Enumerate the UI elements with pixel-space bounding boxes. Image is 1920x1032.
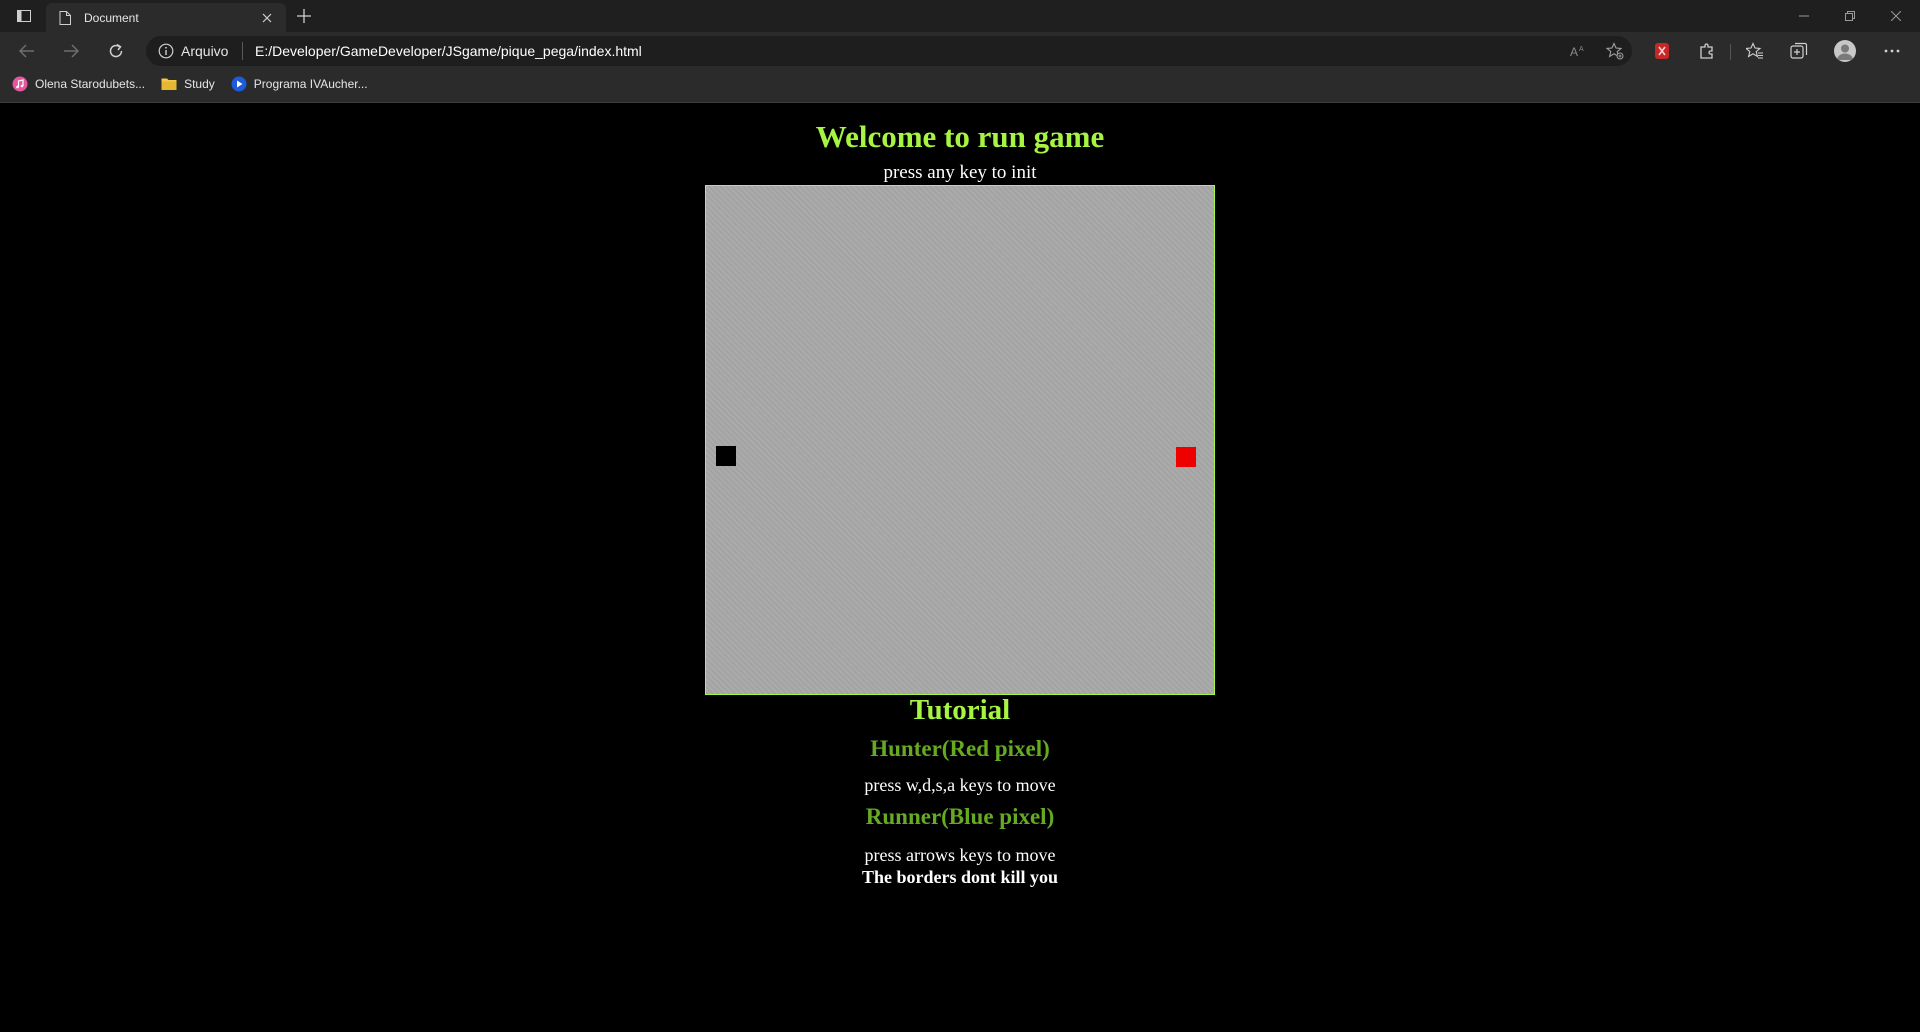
page-content: Welcome to run game press any key to ini…	[0, 103, 1920, 1032]
bookmark-label: Programa IVAucher...	[253, 77, 368, 91]
puzzle-icon	[1700, 43, 1713, 59]
page-title: Welcome to run game	[815, 119, 1105, 154]
bookmarks-bar: Olena Starodubets... Study Programa IVAu…	[0, 70, 1920, 98]
tab-strip: Document	[0, 0, 1920, 32]
extensions-button[interactable]	[1693, 38, 1721, 64]
refresh-button[interactable]	[101, 38, 131, 64]
init-instruction: press any key to init	[883, 162, 1037, 183]
info-icon[interactable]	[158, 43, 174, 59]
refresh-icon	[109, 43, 123, 58]
restore-button[interactable]	[1827, 0, 1873, 32]
page-icon	[58, 10, 72, 26]
close-icon	[1891, 11, 1901, 21]
folder-icon	[161, 76, 177, 92]
forward-button[interactable]	[56, 38, 86, 64]
navigation-bar: Arquivo E:/Developer/GameDeveloper/JSgam…	[0, 32, 1920, 70]
music-app-icon	[12, 76, 28, 92]
arrow-left-icon	[19, 44, 34, 58]
hunter-heading: Hunter(Red pixel)	[870, 736, 1050, 761]
tab-document[interactable]: Document	[46, 3, 286, 32]
arrow-right-icon	[64, 44, 79, 58]
minimize-icon	[1799, 15, 1809, 17]
tab-close-icon[interactable]	[256, 7, 278, 29]
address-separator	[242, 42, 243, 60]
toolbar-separator	[1730, 44, 1731, 60]
tab-actions-icon	[17, 10, 31, 22]
bookmark-study[interactable]: Study	[161, 72, 219, 96]
back-button[interactable]	[12, 38, 42, 64]
user-icon	[1837, 44, 1853, 60]
tutorial-title: Tutorial	[909, 694, 1011, 726]
runner-heading: Runner(Blue pixel)	[865, 804, 1055, 829]
plus-icon	[297, 9, 311, 23]
game-board[interactable]	[705, 185, 1215, 695]
add-favorite-icon[interactable]	[1604, 41, 1626, 61]
bookmark-olena[interactable]: Olena Starodubets...	[12, 72, 149, 96]
runner-controls: press arrows keys to move	[864, 845, 1056, 865]
bookmark-label: Study	[184, 77, 215, 91]
svg-text:A: A	[1570, 45, 1578, 58]
browser-chrome: Document Arquivo E:/Developer/GameDevelo…	[0, 0, 1920, 103]
extension-button[interactable]	[1648, 38, 1676, 64]
minimize-button[interactable]	[1781, 0, 1827, 32]
site-info-label[interactable]: Arquivo	[181, 43, 228, 59]
address-bar[interactable]: Arquivo E:/Developer/GameDeveloper/JSgam…	[146, 36, 1632, 66]
hunter-pixel	[1176, 447, 1196, 467]
bookmark-programa[interactable]: Programa IVAucher...	[231, 72, 372, 96]
read-aloud-icon[interactable]: AA	[1568, 41, 1590, 61]
url-text[interactable]: E:/Developer/GameDeveloper/JSgame/pique_…	[255, 43, 642, 59]
collections-button[interactable]	[1785, 38, 1813, 64]
borders-note: The borders dont kill you	[861, 867, 1059, 887]
play-circle-icon	[231, 76, 247, 92]
extension-badge-icon	[1655, 43, 1669, 59]
svg-text:A: A	[1579, 46, 1584, 53]
hunter-controls: press w,d,s,a keys to move	[864, 775, 1056, 795]
restore-icon	[1845, 11, 1855, 21]
tab-actions-button[interactable]	[10, 6, 38, 26]
new-tab-button[interactable]	[292, 4, 316, 28]
more-icon	[1884, 49, 1900, 53]
runner-pixel	[716, 446, 736, 466]
favorites-button[interactable]	[1741, 38, 1769, 64]
tab-title: Document	[84, 10, 139, 25]
settings-menu-button[interactable]	[1878, 38, 1906, 64]
profile-avatar[interactable]	[1834, 40, 1856, 62]
close-window-button[interactable]	[1873, 0, 1919, 32]
bookmark-label: Olena Starodubets...	[35, 77, 146, 91]
favorites-icon	[1746, 42, 1763, 59]
collections-icon	[1790, 42, 1808, 59]
